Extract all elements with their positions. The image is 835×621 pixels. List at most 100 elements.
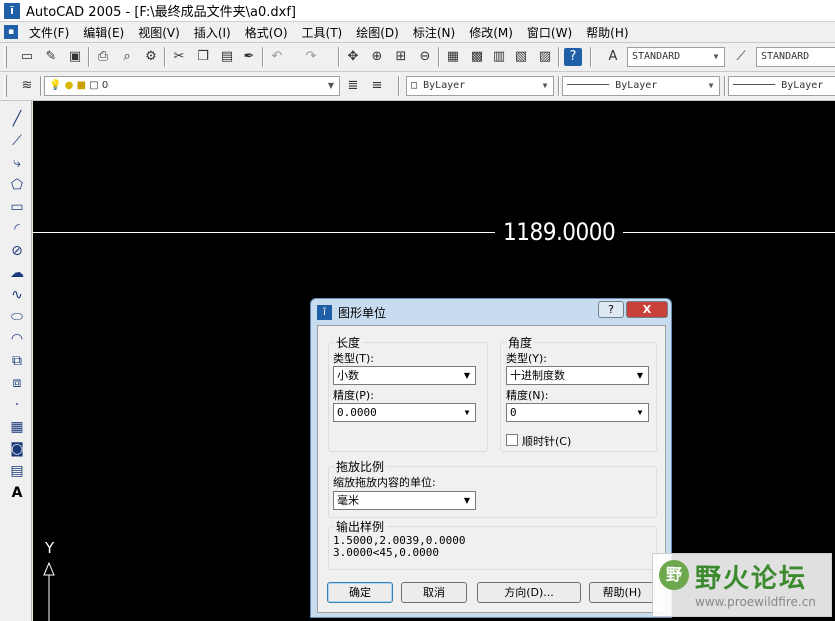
ucs-icon	[43, 561, 55, 621]
direction-button[interactable]: 方向(D)...	[477, 582, 581, 603]
title-bar: ĩ AutoCAD 2005 - [F:\最终成品文件夹\a0.dxf]	[0, 0, 835, 22]
menu-draw[interactable]: 绘图(D)	[349, 24, 406, 41]
color-swatch-icon: □	[411, 80, 418, 91]
properties-icon[interactable]: ▦	[444, 48, 462, 66]
circle-icon[interactable]: ⊘	[7, 241, 27, 261]
angle-type-value: 十进制度数	[510, 369, 565, 382]
sun-icon: ●	[64, 80, 74, 91]
lineweight-select[interactable]: ─────── ByLayer	[728, 76, 835, 96]
text-style-icon[interactable]: A	[604, 48, 622, 66]
standard-toolbar: ▭ ✎ ▣ ⎙ ⌕ ⚙ ✂ ❐ ▤ ✒ ↶ ↷ ✥ ⊕ ⊞ ⊖ ▦ ▩ ▥ ▧ …	[0, 43, 835, 72]
match-properties-icon[interactable]: ✒	[240, 48, 258, 66]
menu-window[interactable]: 窗口(W)	[520, 24, 579, 41]
menu-format[interactable]: 格式(O)	[238, 24, 295, 41]
print-icon[interactable]: ⎙	[94, 48, 112, 66]
arc-icon[interactable]: ◜	[7, 219, 27, 239]
table-icon[interactable]: ▤	[7, 461, 27, 481]
angle-group-label: 角度	[506, 334, 535, 351]
publish-icon[interactable]: ⚙	[142, 48, 160, 66]
dimension-text[interactable]: 1189.0000	[495, 217, 624, 247]
spline-icon[interactable]: ∿	[7, 285, 27, 305]
linetype-select[interactable]: ─────── ByLayer ▼	[562, 76, 720, 96]
pan-icon[interactable]: ✥	[344, 48, 362, 66]
separator	[88, 47, 90, 67]
ellipse-arc-icon[interactable]: ◠	[7, 329, 27, 349]
layer-previous-icon[interactable]: ≡	[368, 77, 386, 95]
menu-dimension[interactable]: 标注(N)	[406, 24, 462, 41]
menu-edit[interactable]: 编辑(E)	[76, 24, 131, 41]
sample-output-group-label: 输出样例	[334, 518, 387, 535]
cancel-button[interactable]: 取消	[401, 582, 467, 603]
make-block-icon[interactable]: ⧈	[7, 373, 27, 393]
line-icon[interactable]: ╱	[7, 109, 27, 129]
text-style-select[interactable]: STANDARD ▼	[627, 47, 725, 67]
construction-line-icon[interactable]: ⟋	[7, 131, 27, 151]
clockwise-label[interactable]: 顺时针(C)	[522, 433, 571, 449]
new-icon[interactable]: ▭	[18, 48, 36, 66]
design-center-icon[interactable]: ▩	[468, 48, 486, 66]
document-icon[interactable]: ▪	[4, 25, 18, 39]
color-swatch-icon: □	[89, 80, 99, 91]
color-select[interactable]: □ ByLayer ▼	[406, 76, 554, 96]
save-icon[interactable]: ▣	[66, 48, 84, 66]
menu-view[interactable]: 视图(V)	[131, 24, 187, 41]
line-sample-icon: ───────	[567, 80, 610, 91]
revision-cloud-icon[interactable]: ☁	[7, 263, 27, 283]
chevron-down-icon: ▼	[463, 371, 471, 380]
tool-palettes-icon[interactable]: ▥	[490, 48, 508, 66]
dim-style-select[interactable]: STANDARD	[756, 47, 835, 67]
undo-icon[interactable]: ↶	[268, 48, 286, 66]
clockwise-checkbox[interactable]	[506, 434, 518, 446]
layer-manager-icon[interactable]: ≋	[18, 77, 36, 95]
menu-insert[interactable]: 插入(I)	[187, 24, 238, 41]
angle-type-select[interactable]: 十进制度数 ▼	[506, 366, 649, 385]
polygon-icon[interactable]: ⬠	[7, 175, 27, 195]
markup-icon[interactable]: ▨	[536, 48, 554, 66]
menu-help[interactable]: 帮助(H)	[579, 24, 635, 41]
chevron-down-icon: ▼	[713, 52, 719, 61]
preview-icon[interactable]: ⌕	[118, 48, 136, 66]
zoom-previous-icon[interactable]: ⊖	[416, 48, 434, 66]
separator	[338, 47, 340, 67]
copy-icon[interactable]: ❐	[194, 48, 212, 66]
menu-file[interactable]: 文件(F)	[22, 24, 76, 41]
drag-units-select[interactable]: 毫米 ▼	[333, 491, 476, 510]
length-group-label: 长度	[334, 334, 363, 351]
make-object-layer-current-icon[interactable]: ≣	[344, 77, 362, 95]
separator	[438, 47, 440, 67]
paste-icon[interactable]: ▤	[218, 48, 236, 66]
dim-style-icon[interactable]: ⟋	[732, 48, 750, 66]
toolbar-grip[interactable]	[4, 46, 7, 68]
length-precision-select[interactable]: 0.0000 ▼	[333, 403, 476, 422]
cut-icon[interactable]: ✂	[170, 48, 188, 66]
open-icon[interactable]: ✎	[42, 48, 60, 66]
separator	[164, 47, 166, 67]
sheet-set-icon[interactable]: ▧	[512, 48, 530, 66]
toolbar-grip[interactable]	[4, 75, 7, 97]
angle-precision-select[interactable]: 0 ▼	[506, 403, 649, 422]
insert-block-icon[interactable]: ⧉	[7, 351, 27, 371]
ellipse-icon[interactable]: ⬭	[7, 307, 27, 327]
point-icon[interactable]: ·	[7, 395, 27, 415]
dialog-close-button[interactable]: X	[626, 301, 668, 318]
dialog-help-button[interactable]: ?	[598, 301, 624, 318]
zoom-window-icon[interactable]: ⊞	[392, 48, 410, 66]
layer-select[interactable]: 💡 ● ■ □ 0 ▼	[44, 76, 340, 96]
menu-modify[interactable]: 修改(M)	[462, 24, 520, 41]
region-icon[interactable]: ◙	[7, 439, 27, 459]
zoom-realtime-icon[interactable]: ⊕	[368, 48, 386, 66]
length-type-select[interactable]: 小数 ▼	[333, 366, 476, 385]
help-button[interactable]: 帮助(H)	[589, 582, 655, 603]
autocad-app-icon[interactable]: ĩ	[4, 2, 20, 19]
forum-logo-icon: 野	[659, 560, 689, 590]
polyline-icon[interactable]: ⤷	[7, 153, 27, 173]
help-icon[interactable]: ?	[564, 48, 582, 66]
multiline-text-icon[interactable]: A	[7, 483, 27, 503]
linetype-value: ByLayer	[615, 80, 658, 91]
redo-icon[interactable]: ↷	[302, 48, 320, 66]
dimension-line[interactable]	[33, 232, 835, 233]
ok-button[interactable]: 确定	[327, 582, 393, 603]
menu-tools[interactable]: 工具(T)	[295, 24, 350, 41]
hatch-icon[interactable]: ▦	[7, 417, 27, 437]
rectangle-icon[interactable]: ▭	[7, 197, 27, 217]
